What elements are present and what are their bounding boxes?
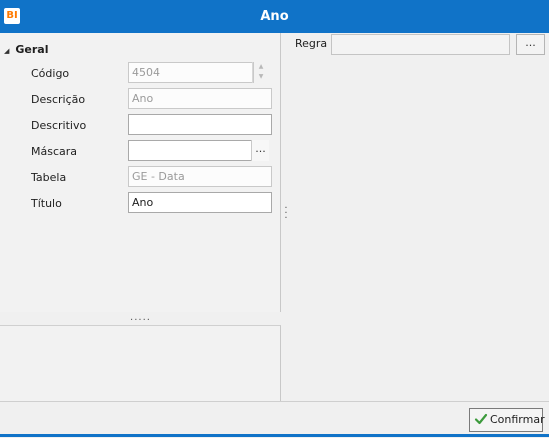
- titulo-field[interactable]: [128, 192, 272, 213]
- mascara-field[interactable]: [128, 140, 252, 161]
- horizontal-splitter[interactable]: .....: [0, 313, 281, 325]
- footer-bar: [0, 401, 549, 438]
- mascara-browse-button[interactable]: ...: [251, 140, 269, 161]
- check-icon: [474, 413, 488, 425]
- descritivo-field[interactable]: [128, 114, 272, 135]
- window-title: Ano: [260, 9, 289, 24]
- codigo-spinner[interactable]: ▲ ▼: [252, 62, 269, 83]
- label-descritivo: Descritivo: [31, 119, 87, 132]
- label-descricao: Descrição: [31, 93, 86, 106]
- group-header-geral[interactable]: ◢ Geral: [4, 43, 49, 56]
- title-bar: BI Ano: [0, 0, 549, 33]
- codigo-field[interactable]: [128, 62, 254, 83]
- regra-label: Regra: [295, 37, 328, 50]
- label-tabela: Tabela: [31, 171, 67, 184]
- description-pane: [0, 325, 281, 402]
- descricao-field[interactable]: [128, 88, 272, 109]
- vertical-splitter-icon[interactable]: · · ·: [283, 204, 289, 224]
- collapse-triangle-icon[interactable]: ◢: [4, 47, 9, 55]
- label-titulo: Título: [31, 197, 62, 210]
- spin-down-icon[interactable]: ▼: [253, 72, 269, 82]
- spin-up-icon[interactable]: ▲: [253, 62, 269, 72]
- group-header-label: Geral: [15, 43, 49, 56]
- tabela-field[interactable]: [128, 166, 272, 187]
- regra-field[interactable]: [331, 34, 510, 55]
- label-codigo: Código: [31, 67, 70, 80]
- confirm-label: Confirmar: [490, 413, 545, 426]
- regra-browse-button[interactable]: ...: [516, 34, 545, 55]
- confirm-button[interactable]: Confirmar: [469, 408, 545, 432]
- label-mascara: Máscara: [31, 145, 78, 158]
